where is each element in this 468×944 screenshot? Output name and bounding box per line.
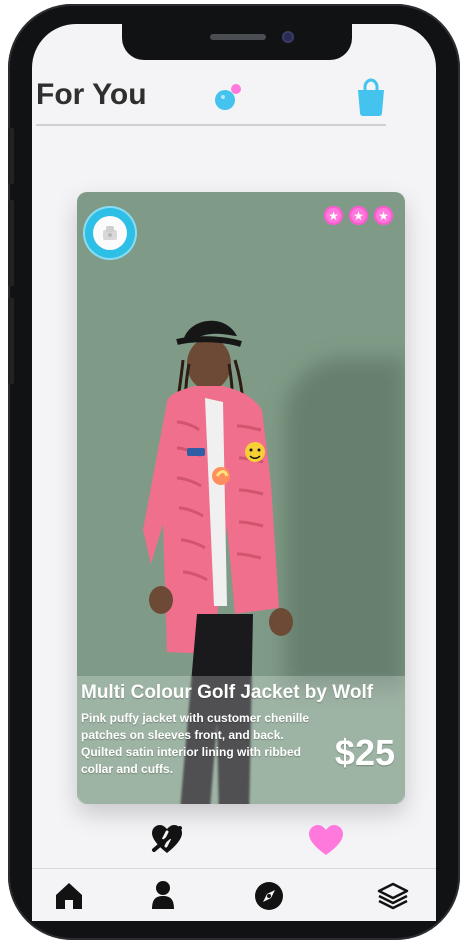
seller-avatar[interactable] (83, 206, 137, 260)
shopping-bag-icon[interactable] (354, 78, 388, 116)
tab-explore[interactable] (252, 879, 286, 913)
side-button-left (8, 200, 14, 286)
product-description: Pink puffy jacket with customer chenille… (81, 711, 310, 776)
side-button-left (8, 128, 14, 184)
bubbles-icon[interactable] (212, 80, 246, 114)
phone-notch (122, 24, 352, 60)
side-button-left (8, 298, 14, 384)
tab-home[interactable] (52, 879, 86, 913)
profile-icon (152, 881, 174, 909)
tab-layers[interactable] (376, 879, 410, 913)
header: For You (36, 62, 386, 126)
seller-avatar-icon (93, 216, 127, 250)
home-icon (56, 883, 82, 909)
bottom-tab-bar (32, 868, 436, 921)
star-icon: ★ (349, 206, 368, 225)
star-icon: ★ (324, 206, 343, 225)
layers-icon (377, 882, 409, 910)
speaker-grill (210, 34, 266, 40)
tab-profile[interactable] (146, 879, 180, 913)
product-price: $25 (334, 732, 395, 773)
heart-icon[interactable] (307, 824, 345, 856)
page-title: For You (36, 78, 147, 111)
star-icon: ★ (374, 206, 393, 225)
card-actions (0, 816, 468, 862)
header-divider (36, 124, 386, 126)
product-title: Multi Colour Golf Jacket by Wolf (81, 682, 374, 703)
front-camera (282, 31, 294, 43)
broken-heart-icon[interactable] (150, 824, 184, 854)
product-card[interactable]: ★ ★ ★ Multi Colour Golf Jacket by Wolf P… (77, 192, 405, 804)
compass-icon (255, 882, 283, 910)
rating: ★ ★ ★ (324, 206, 393, 225)
